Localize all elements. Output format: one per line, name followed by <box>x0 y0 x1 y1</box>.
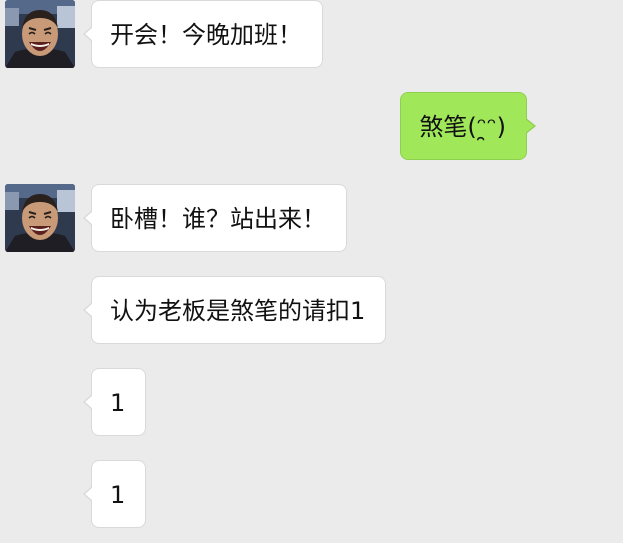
message-text: 1 <box>110 389 126 417</box>
message-text: 1 <box>110 481 126 509</box>
sender-avatar[interactable] <box>5 184 75 252</box>
sender-avatar[interactable] <box>5 0 75 68</box>
message-bubble-incoming[interactable]: 认为老板是煞笔的请扣1 <box>82 276 387 344</box>
message-text: 认为老板是煞笔的请扣1 <box>110 297 366 325</box>
message-bubble-incoming[interactable]: 开会！今晚加班！ <box>83 0 323 68</box>
message-bubble-outgoing[interactable]: 煞笔(ᵔ̯ᵔ) <box>400 92 536 160</box>
message-bubble-incoming[interactable]: 卧槽！谁？站出来！ <box>83 184 347 252</box>
message-text: 卧槽！谁？站出来！ <box>110 205 326 233</box>
message-text: 开会！今晚加班！ <box>110 21 302 49</box>
message-text: 煞笔(ᵔ̯ᵔ) <box>419 113 506 141</box>
laughing-man-avatar-icon <box>5 184 75 252</box>
message-bubble-incoming[interactable]: 1 <box>82 368 147 436</box>
laughing-man-avatar-icon <box>5 0 75 68</box>
message-bubble-incoming[interactable]: 1 <box>82 460 147 528</box>
chat-message-list: 开会！今晚加班！ 煞笔(ᵔ̯ᵔ) 卧槽！谁？站出来！ 认为老板是煞笔的请扣1 1… <box>0 0 623 543</box>
